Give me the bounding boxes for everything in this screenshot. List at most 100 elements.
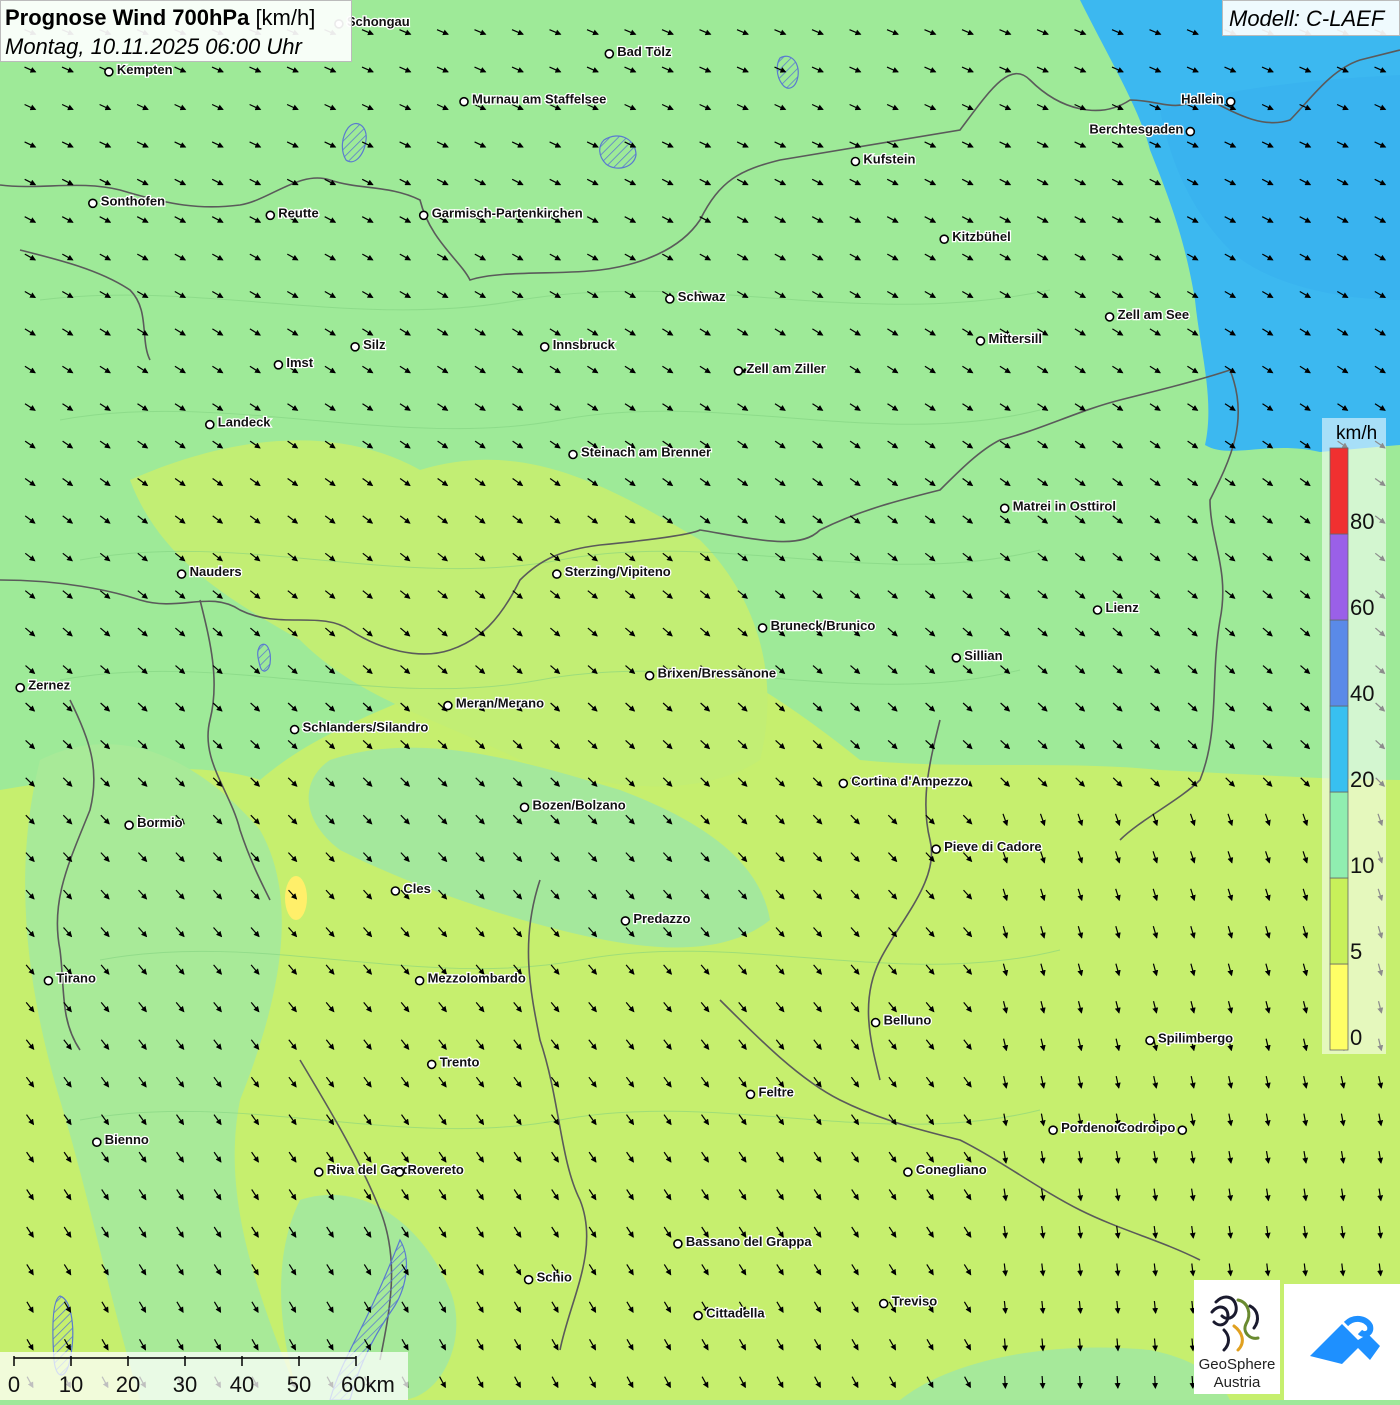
city-dot bbox=[418, 210, 429, 221]
city-dot bbox=[1225, 96, 1236, 107]
city-label: Imst bbox=[286, 355, 313, 370]
legend-band bbox=[1329, 447, 1349, 535]
city-marker[interactable]: Steinach am Brenner bbox=[568, 443, 712, 461]
city-marker[interactable]: Innsbruck bbox=[539, 336, 617, 353]
city-dot bbox=[176, 569, 187, 579]
legend-tick-label: 5 bbox=[1350, 939, 1362, 964]
city-dot bbox=[1177, 1125, 1188, 1135]
legend-band bbox=[1329, 877, 1349, 965]
city-dot bbox=[975, 336, 986, 346]
city-marker[interactable]: Brixen/Bressanone bbox=[644, 664, 777, 682]
city-dot bbox=[104, 67, 114, 77]
city-label: Cittadella bbox=[706, 1306, 765, 1321]
city-label: Reutte bbox=[278, 205, 318, 220]
city-label: Zell am See bbox=[1118, 307, 1190, 322]
city-dot bbox=[733, 365, 744, 376]
city-label: Nauders bbox=[190, 564, 242, 579]
city-label: Rovereto bbox=[408, 1162, 464, 1177]
wind-arrow bbox=[1002, 1375, 1009, 1389]
city-dot bbox=[673, 1239, 683, 1249]
lake-staffelsee bbox=[599, 135, 637, 169]
city-marker[interactable]: Conegliano bbox=[903, 1161, 988, 1178]
city-marker[interactable]: Schlanders/Silandro bbox=[289, 718, 430, 736]
legend-tick-label: 0 bbox=[1350, 1025, 1362, 1050]
city-label: Bruneck/Brunico bbox=[771, 618, 876, 633]
city-marker[interactable]: Bruneck/Brunico bbox=[757, 617, 877, 634]
city-dot bbox=[644, 670, 655, 681]
city-label: Matrei in Osttirol bbox=[1013, 498, 1116, 513]
city-dot bbox=[519, 802, 530, 813]
city-marker[interactable]: Murnau am Staffelsee bbox=[459, 90, 608, 108]
city-label: Murnau am Staffelsee bbox=[472, 92, 606, 107]
city-label: Mittersill bbox=[989, 331, 1042, 346]
city-label: Tirano bbox=[56, 971, 96, 986]
city-label: Innsbruck bbox=[553, 337, 616, 352]
scale-bar-label: 20 bbox=[116, 1372, 140, 1397]
legend-tick-label: 80 bbox=[1350, 509, 1374, 534]
city-dot bbox=[414, 975, 425, 986]
city-label: Kitzbühel bbox=[952, 229, 1011, 244]
city-dot bbox=[124, 820, 134, 831]
scale-bar-label: 10 bbox=[59, 1372, 83, 1397]
city-marker[interactable]: Sterzing/Vipiteno bbox=[551, 563, 672, 580]
city-label: Zell am Ziller bbox=[746, 361, 825, 376]
geosphere-logo[interactable]: GeoSphere Austria bbox=[1194, 1280, 1280, 1394]
scale-bar-label: 0 bbox=[8, 1372, 20, 1397]
city-dot bbox=[1092, 605, 1103, 615]
city-label: Garmisch-Partenkirchen bbox=[432, 205, 583, 220]
city-dot bbox=[394, 1167, 405, 1177]
city-marker[interactable]: Berchtesgaden bbox=[1088, 120, 1196, 138]
city-label: Hallein bbox=[1181, 92, 1224, 107]
city-marker[interactable]: Mezzolombardo bbox=[414, 969, 527, 987]
city-label: Kufstein bbox=[863, 152, 915, 167]
legend-tick-label: 60 bbox=[1350, 595, 1374, 620]
city-label: Zernez bbox=[28, 678, 70, 693]
city-marker[interactable]: Sonthofen bbox=[88, 192, 166, 210]
city-dot bbox=[426, 1059, 437, 1070]
city-label: Meran/Merano bbox=[456, 696, 544, 711]
scale-bar-label: 40 bbox=[230, 1372, 254, 1397]
city-label: Predazzo bbox=[633, 911, 690, 926]
city-label: Landeck bbox=[218, 415, 272, 430]
map-title: Prognose Wind 700hPa [km/h] bbox=[5, 5, 315, 31]
city-marker[interactable]: Pieve di Cadore bbox=[931, 838, 1043, 855]
city-label: Sonthofen bbox=[101, 193, 165, 208]
city-marker[interactable]: Matrei in Osttirol bbox=[999, 497, 1117, 515]
geosphere-logo-text-1: GeoSphere bbox=[1198, 1356, 1276, 1373]
city-dot bbox=[459, 96, 469, 107]
city-label: Brixen/Bressanone bbox=[658, 666, 777, 681]
city-marker[interactable]: Bozen/Bolzano bbox=[519, 796, 627, 814]
model-label: Modell: C-LAEF bbox=[1222, 0, 1400, 36]
city-dot bbox=[313, 1167, 324, 1177]
city-label: Codroipo bbox=[1118, 1120, 1176, 1135]
wind-arrow bbox=[1152, 1375, 1159, 1389]
partner-logo[interactable] bbox=[1284, 1284, 1400, 1400]
city-dot bbox=[523, 1274, 534, 1285]
wind-arrow bbox=[1189, 1375, 1196, 1389]
city-dot bbox=[693, 1310, 703, 1321]
city-label: Bormio bbox=[137, 815, 183, 830]
city-marker[interactable]: Zell am Ziller bbox=[733, 360, 827, 377]
city-marker[interactable]: Bassano del Grappa bbox=[673, 1233, 814, 1250]
city-dot bbox=[903, 1167, 913, 1177]
city-marker[interactable]: Spilimbergo bbox=[1145, 1029, 1234, 1047]
city-dot bbox=[390, 886, 401, 896]
city-dot bbox=[289, 724, 300, 735]
city-dot bbox=[205, 419, 215, 430]
city-label: Silz bbox=[363, 337, 386, 352]
city-marker[interactable]: Meran/Merano bbox=[443, 694, 545, 712]
city-marker[interactable]: Zell am See bbox=[1104, 306, 1190, 323]
city-dot bbox=[265, 210, 276, 221]
city-label: Riva del Garda bbox=[327, 1162, 419, 1177]
city-label: Sterzing/Vipiteno bbox=[565, 564, 671, 579]
city-marker[interactable]: Cortina d'Ampezzo bbox=[838, 772, 970, 790]
legend-tick-label: 20 bbox=[1350, 767, 1374, 792]
city-label: Spilimbergo bbox=[1158, 1031, 1233, 1046]
city-dot bbox=[350, 341, 360, 352]
city-dot bbox=[551, 569, 562, 579]
city-label: Schwaz bbox=[678, 289, 726, 304]
city-label: Lienz bbox=[1106, 600, 1140, 615]
wind-map[interactable]: Schongau Bad Tölz Kempten Murnau am Staffel… bbox=[0, 0, 1400, 1400]
city-marker[interactable]: Garmisch-Partenkirchen bbox=[418, 204, 584, 222]
city-dot bbox=[850, 156, 861, 167]
